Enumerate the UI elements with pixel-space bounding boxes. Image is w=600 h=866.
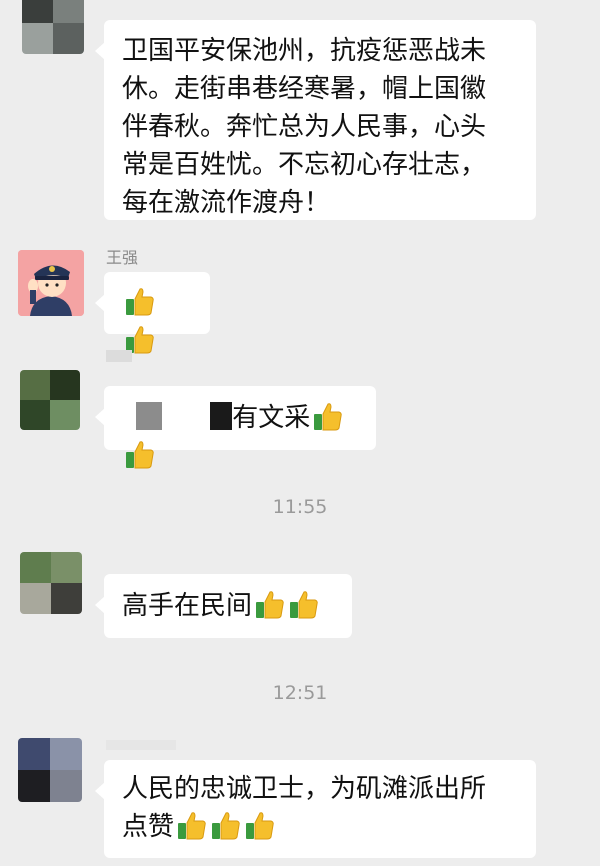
avatar-mosaic-3[interactable] <box>20 552 82 614</box>
message-text: 有文采 <box>232 403 311 433</box>
message-line: 人民的忠诚卫士，为矶滩派出所 <box>122 774 487 804</box>
avatar-mosaic-2[interactable] <box>20 370 80 430</box>
message-bubble-3: 有文采 <box>95 386 376 469</box>
sender-name-redacted <box>106 350 132 362</box>
thumbs-up-icon <box>314 403 343 431</box>
timestamp: 12:51 <box>272 682 328 704</box>
message-line: 伴春秋。奔忙总为人民事，心头 <box>122 112 487 142</box>
thumbs-up-icon <box>212 812 240 840</box>
message-bubble-5: 人民的忠诚卫士，为矶滩派出所 点赞 <box>95 760 536 858</box>
redacted-block <box>136 402 162 430</box>
thumbs-up-icon <box>246 812 274 840</box>
sender-name: 王强 <box>106 248 139 267</box>
message-text: 高手在民间 <box>122 591 253 621</box>
thumbs-up-icon <box>126 441 154 469</box>
thumbs-up-icon <box>126 288 154 316</box>
thumbs-up-icon <box>178 812 206 840</box>
redacted-block <box>210 402 233 430</box>
message-text: 点赞 <box>122 812 175 842</box>
message-line: 点赞 <box>122 808 518 846</box>
message-line: 每在激流作渡舟！ <box>122 188 331 218</box>
thumbs-up-icon <box>290 591 318 619</box>
message-bubble-1: 卫国平安保池州，抗疫惩恶战未 休。走街串巷经寒暑，帽上国徽 伴春秋。奔忙总为人民… <box>95 20 536 220</box>
message-line: 常是百姓忧。不忘初心存壮志， <box>122 150 487 180</box>
message-bubble-2 <box>95 272 210 354</box>
message-line: 卫国平安保池州，抗疫惩恶战未 <box>122 36 487 66</box>
sender-name-redacted <box>106 740 176 750</box>
message-line: 休。走街串巷经寒暑，帽上国徽 <box>122 74 487 104</box>
message-bubble-4: 高手在民间 <box>95 574 352 638</box>
timestamp: 11:55 <box>272 496 328 518</box>
avatar-mosaic-4[interactable] <box>18 738 82 802</box>
police-avatar-icon[interactable] <box>18 250 84 316</box>
thumbs-up-icon <box>256 591 284 619</box>
avatar-mosaic-1[interactable] <box>22 0 84 54</box>
